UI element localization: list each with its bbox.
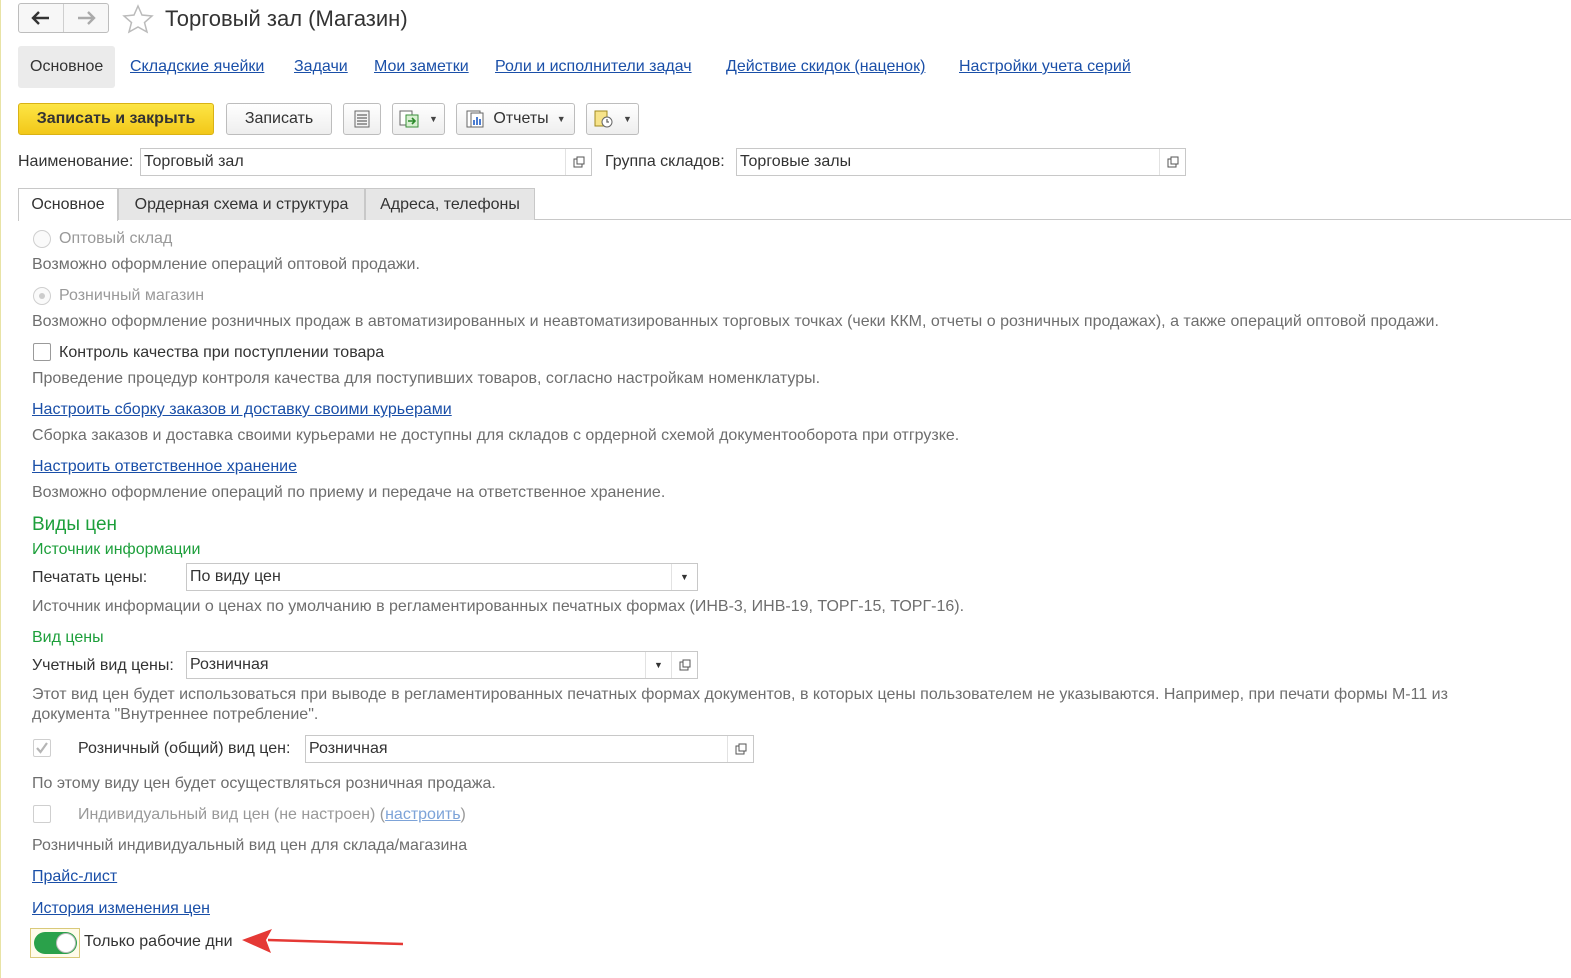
favorite-star-icon[interactable] (122, 4, 154, 39)
wholesale-radio[interactable] (33, 230, 51, 248)
prices-heading: Виды цен (32, 514, 118, 535)
retail-general-label: Розничный (общий) вид цен: (78, 740, 291, 757)
open-button[interactable] (671, 652, 697, 678)
open-window-icon (679, 659, 690, 671)
history-nav (18, 3, 109, 33)
retail-general-description: По этому виду цен будет осуществляться р… (32, 775, 496, 792)
individual-setup-link[interactable]: настроить (385, 806, 460, 823)
quality-control-label: Контроль качества при поступлении товара (59, 344, 385, 361)
quality-control-checkbox[interactable] (33, 343, 51, 361)
assembly-delivery-link[interactable]: Настроить сборку заказов и доставку свои… (32, 401, 452, 419)
print-prices-label: Печатать цены: (32, 569, 148, 586)
open-window-icon (573, 156, 584, 168)
arrow-left-icon (31, 11, 49, 25)
red-arrow-annotation (242, 929, 404, 953)
responsible-storage-description: Возможно оформление операций по приему и… (32, 484, 666, 501)
reports-icon (466, 110, 484, 128)
account-price-description-line2: документа "Внутреннее потребление". (32, 706, 319, 723)
wholesale-description: Возможно оформление операций оптовой про… (32, 256, 420, 273)
retail-general-field[interactable]: Розничная (305, 735, 754, 763)
chevron-down-icon: ▼ (654, 660, 663, 670)
open-button[interactable] (727, 736, 753, 762)
document-list-button[interactable] (343, 103, 381, 135)
price-history-link[interactable]: История изменения цен (32, 900, 210, 918)
section-nav: Основное (18, 46, 116, 88)
toggle-track (34, 932, 77, 954)
save-button[interactable]: Записать (226, 103, 332, 135)
checkmark-icon (36, 742, 48, 754)
forward-button[interactable] (63, 4, 108, 32)
open-window-icon (1167, 156, 1178, 168)
toggle-knob (56, 933, 76, 953)
info-source-description: Источник информации о ценах по умолчанию… (32, 598, 965, 615)
list-icon (354, 110, 370, 128)
wholesale-radio-label: Оптовый склад (59, 230, 173, 247)
section-nav-notes[interactable]: Мои заметки (374, 58, 469, 76)
section-nav-series[interactable]: Настройки учета серий (959, 58, 1131, 76)
dropdown-button[interactable]: ▼ (671, 564, 697, 590)
name-label: Наименование: (18, 153, 134, 170)
create-based-on-button[interactable]: ▼ (392, 103, 445, 135)
section-nav-roles[interactable]: Роли и исполнители задач (495, 58, 692, 76)
name-value: Торговый зал (144, 153, 244, 170)
retail-radio[interactable] (33, 287, 51, 305)
section-nav-discounts[interactable]: Действие скидок (наценок) (726, 58, 925, 76)
retail-general-value: Розничная (309, 740, 388, 757)
back-button[interactable] (19, 4, 63, 32)
workdays-toggle-label: Только рабочие дни (84, 933, 233, 950)
responsible-storage-link[interactable]: Настроить ответственное хранение (32, 458, 297, 476)
print-clock-icon (594, 110, 613, 128)
group-value: Торговые залы (740, 153, 852, 170)
info-source-heading: Источник информации (32, 541, 201, 558)
section-nav-cells[interactable]: Складские ячейки (130, 58, 264, 76)
retail-radio-label: Розничный магазин (59, 287, 205, 304)
account-price-value: Розничная (190, 656, 269, 673)
name-field[interactable]: Торговый зал (140, 148, 592, 176)
print-prices-value: По виду цен (190, 568, 281, 585)
price-type-heading: Вид цены (32, 629, 104, 646)
section-nav-tasks[interactable]: Задачи (294, 58, 348, 76)
chevron-down-icon: ▼ (680, 572, 689, 582)
individual-price-description: Розничный индивидуальный вид цен для скл… (32, 837, 468, 854)
create-based-icon (399, 110, 419, 128)
reports-button[interactable]: Отчеты ▼ (456, 103, 575, 135)
group-label: Группа складов: (605, 153, 725, 170)
chevron-down-icon: ▼ (556, 114, 566, 124)
account-price-label: Учетный вид цены: (32, 657, 174, 674)
arrow-right-icon (78, 11, 96, 25)
workdays-toggle[interactable] (30, 928, 80, 958)
quality-control-description: Проведение процедур контроля качества дл… (32, 370, 821, 387)
open-button[interactable] (565, 149, 591, 175)
assembly-delivery-description: Сборка заказов и доставка своими курьера… (32, 427, 960, 444)
print-prices-select[interactable]: По виду цен ▼ (186, 563, 698, 591)
window-border (0, 0, 1, 978)
tab-order-scheme[interactable]: Ордерная схема и структура (118, 188, 365, 220)
account-price-description-line1: Этот вид цен будет использоваться при вы… (32, 686, 1448, 703)
retail-description: Возможно оформление розничных продаж в а… (32, 313, 1439, 330)
open-window-icon (735, 743, 746, 755)
page-title: Торговый зал (Магазин) (165, 6, 408, 31)
warehouse-group-field[interactable]: Торговые залы (736, 148, 1186, 176)
chevron-down-icon: ▼ (429, 114, 438, 124)
dropdown-button[interactable]: ▼ (645, 652, 671, 678)
save-and-close-button[interactable]: Записать и закрыть (18, 103, 214, 135)
reports-label: Отчеты (493, 110, 549, 127)
tab-addresses[interactable]: Адреса, телефоны (365, 188, 535, 220)
print-button[interactable]: ▼ (586, 103, 639, 135)
individual-price-checkbox[interactable] (33, 805, 51, 823)
section-nav-main[interactable]: Основное (18, 46, 116, 88)
retail-general-checkbox[interactable] (33, 739, 51, 757)
individual-price-label: Индивидуальный вид цен (не настроен) (на… (78, 806, 466, 823)
open-button[interactable] (1159, 149, 1185, 175)
account-price-field[interactable]: Розничная ▼ (186, 651, 698, 679)
price-list-link[interactable]: Прайс-лист (32, 868, 117, 886)
chevron-down-icon: ▼ (623, 114, 632, 124)
tab-main[interactable]: Основное (18, 188, 118, 221)
